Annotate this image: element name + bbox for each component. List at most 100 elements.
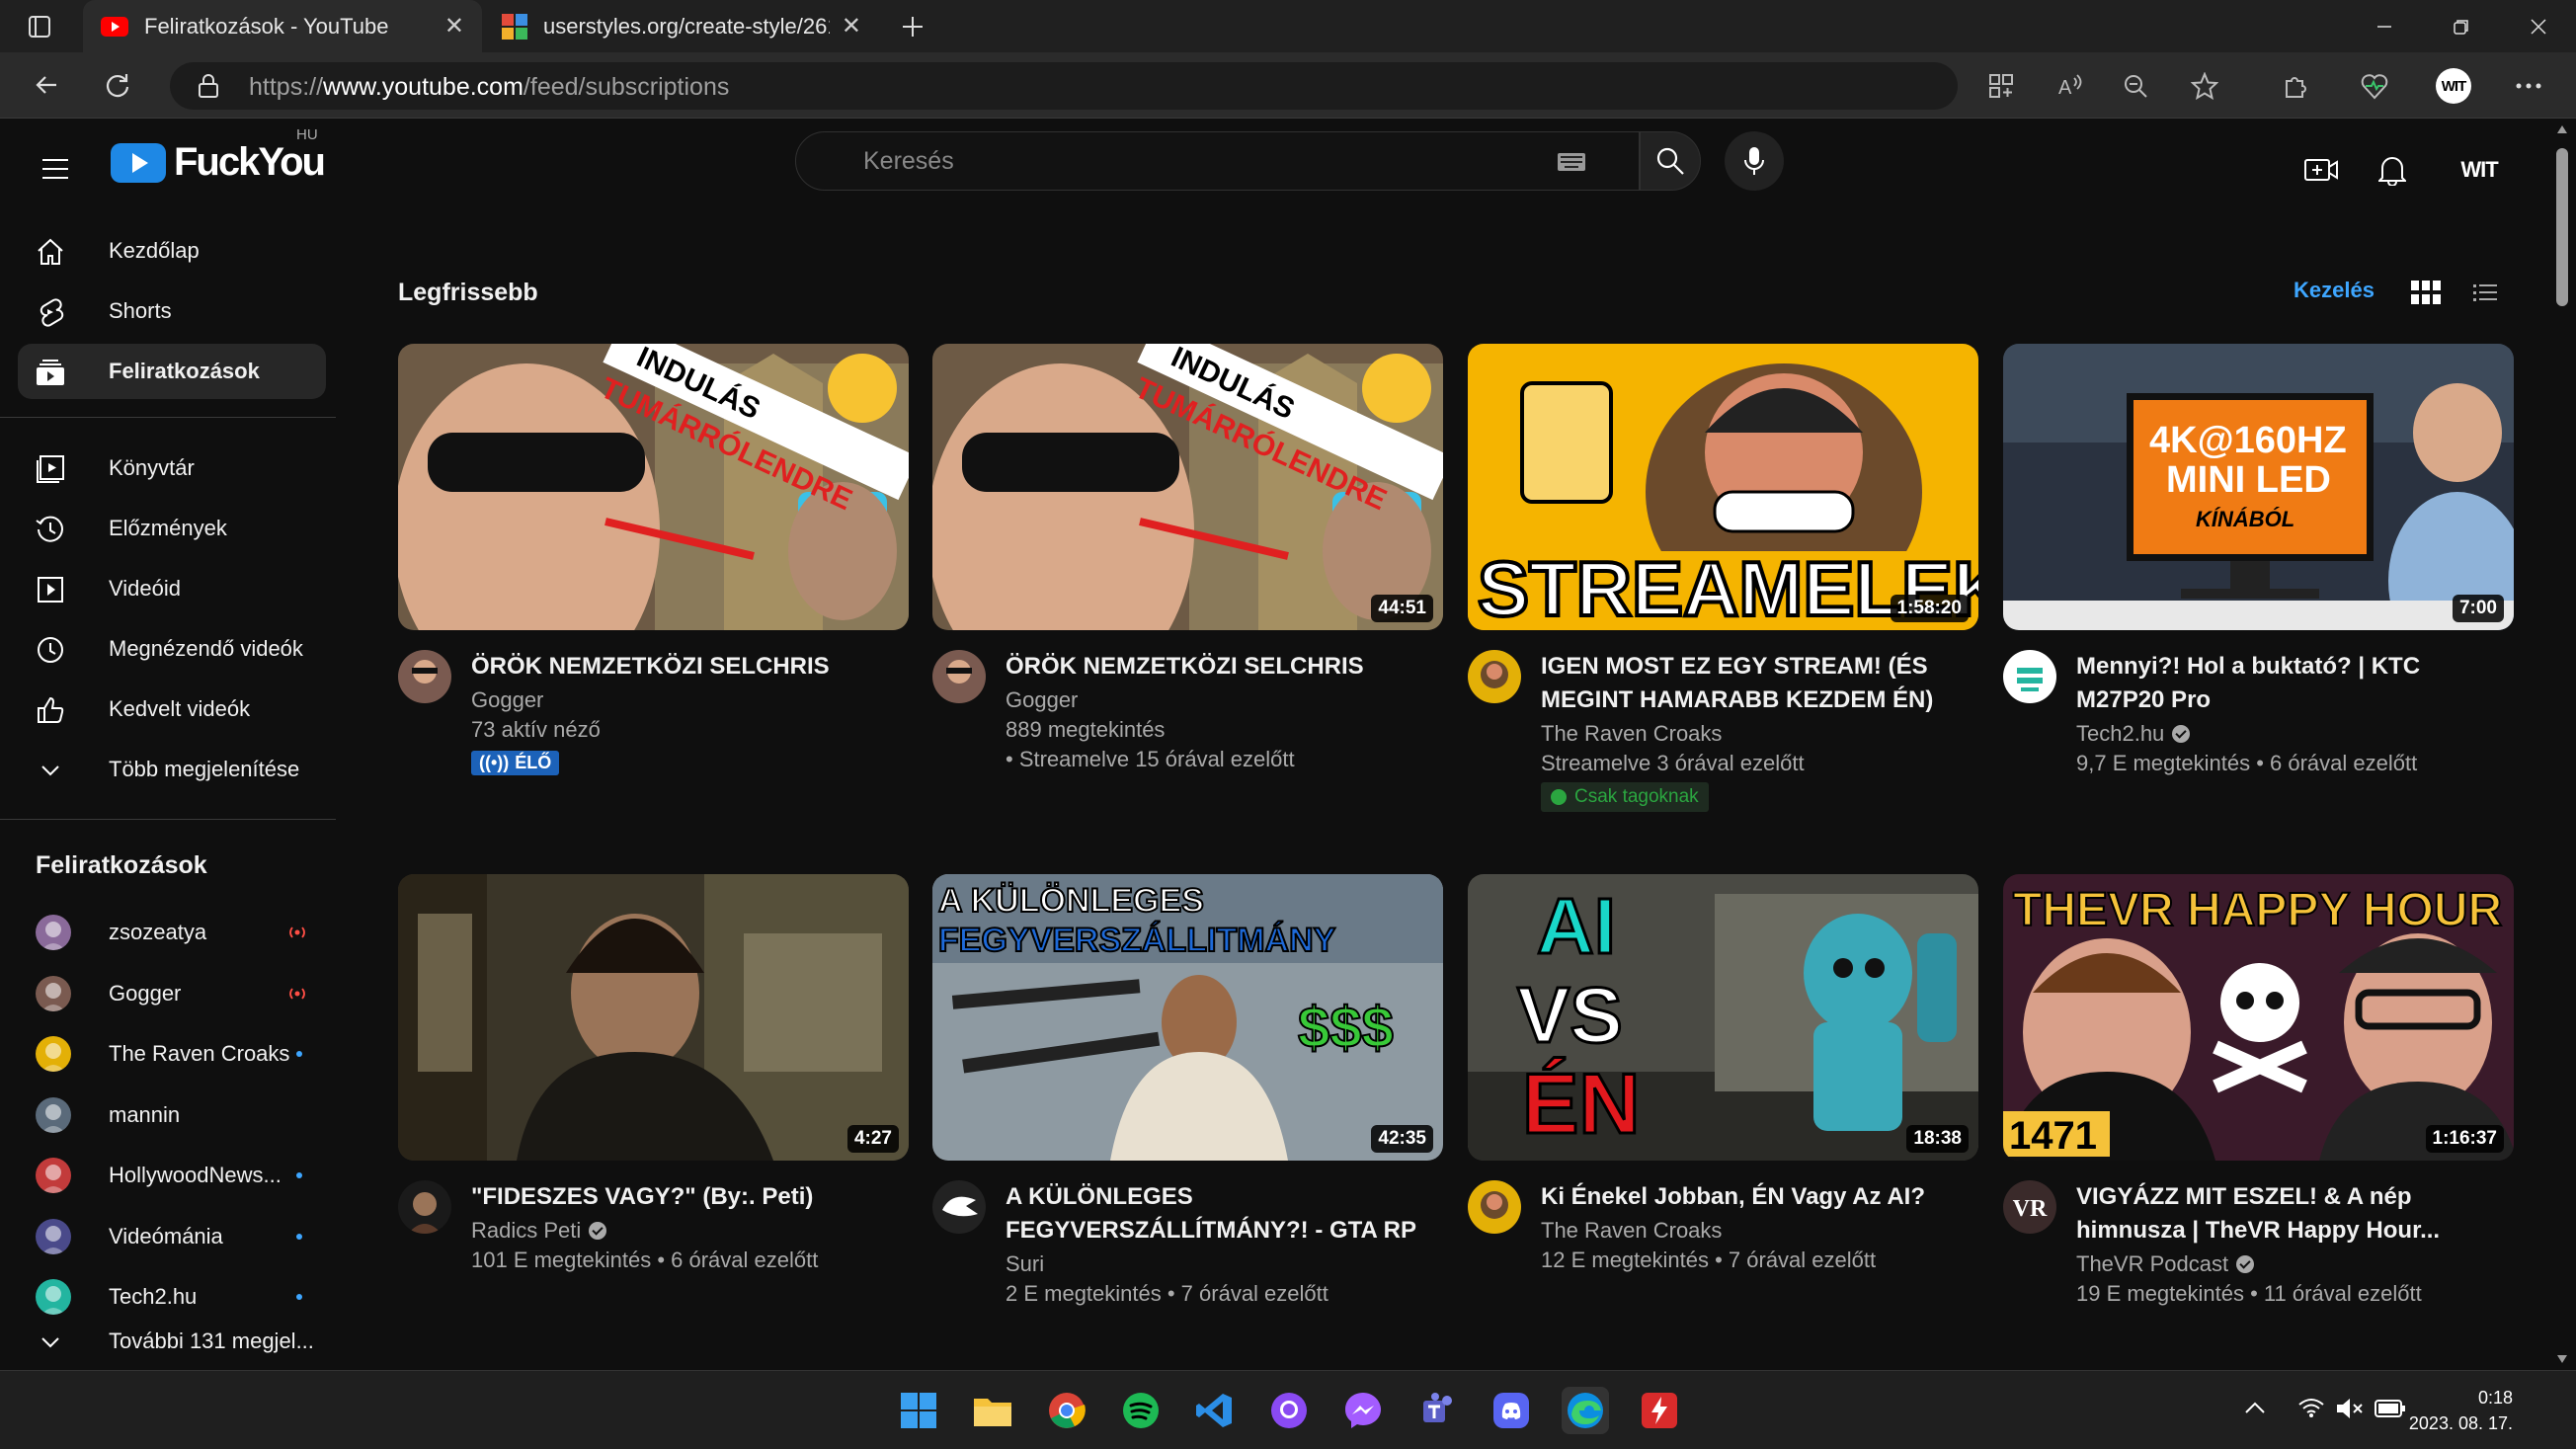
sidebar-item-subscriptions[interactable]: Feliratkozások: [18, 344, 326, 399]
video-thumbnail[interactable]: INDULÁS TUMÁRRÓLENDRE 44:51: [932, 344, 1443, 630]
list-view-icon[interactable]: [2467, 275, 2503, 310]
channel-avatar[interactable]: [398, 650, 451, 703]
voice-search-button[interactable]: [1725, 131, 1784, 191]
video-thumbnail[interactable]: 4:27: [398, 874, 909, 1161]
video-title[interactable]: ÖRÖK NEMZETKÖZI SELCHRIS: [1006, 650, 1440, 684]
taskbar-file-explorer[interactable]: [969, 1387, 1016, 1434]
video-title[interactable]: VIGYÁZZ MIT ESZEL! & A nép himnusza | Th…: [2076, 1180, 2511, 1248]
video-card[interactable]: INDULÁS TUMÁRRÓLENDRE 44:51 ÖRÖK NEMZETK…: [932, 344, 1443, 828]
video-card[interactable]: AI VS ÉN 18:38 Ki Énekel Jobban, ÉN Vagy…: [1468, 874, 1978, 1358]
battery-icon[interactable]: [2375, 1399, 2406, 1418]
channel-avatar[interactable]: [1468, 1180, 1521, 1234]
sidebar-item-home[interactable]: Kezdőlap: [18, 223, 326, 279]
taskbar-flash-app[interactable]: [1636, 1387, 1683, 1434]
channel-avatar[interactable]: [2003, 650, 2056, 703]
sidebar-item-liked-videos[interactable]: Kedvelt videók: [18, 682, 326, 737]
guide-menu-button[interactable]: [28, 141, 83, 197]
browser-essentials-button[interactable]: [2351, 62, 2398, 110]
video-card[interactable]: INDULÁS TUMÁRRÓLENDRE ÖRÖK NEMZETKÖZI SE…: [398, 344, 909, 828]
profile-button[interactable]: WIT: [2430, 62, 2477, 110]
new-tab-button[interactable]: [877, 0, 948, 52]
channel-name[interactable]: Gogger: [471, 687, 543, 713]
tab-userstyles[interactable]: userstyles.org/create-style/26148 ✕: [484, 0, 879, 52]
create-button[interactable]: [2292, 140, 2351, 200]
youtube-logo[interactable]: FuckYou: [111, 140, 326, 185]
channel-name[interactable]: The Raven Croaks: [1541, 721, 1722, 747]
notifications-button[interactable]: [2363, 140, 2422, 200]
manage-button[interactable]: Kezelés: [2294, 278, 2375, 303]
account-button[interactable]: WIT: [2448, 140, 2511, 200]
settings-more-button[interactable]: [2505, 62, 2552, 110]
sidebar-subscription-item[interactable]: Videómánia: [18, 1209, 326, 1264]
video-title[interactable]: Ki Énekel Jobban, ÉN Vagy Az AI?: [1541, 1180, 1975, 1214]
lock-icon[interactable]: [198, 73, 219, 99]
video-thumbnail[interactable]: INDULÁS TUMÁRRÓLENDRE: [398, 344, 909, 630]
sidebar-subscription-item[interactable]: mannin: [18, 1087, 326, 1143]
scroll-thumb[interactable]: [2556, 148, 2568, 306]
zoom-button[interactable]: [2112, 62, 2159, 110]
video-thumbnail[interactable]: THEVR HAPPY HOUR 1471 1:16:37: [2003, 874, 2514, 1161]
scroll-down-arrow-icon[interactable]: [2556, 1354, 2568, 1364]
restore-button[interactable]: [2426, 0, 2497, 52]
video-card[interactable]: 4:27 "FIDESZES VAGY?" (By:. Peti) Radics…: [398, 874, 909, 1358]
channel-name[interactable]: The Raven Croaks: [1541, 1218, 1722, 1244]
sidebar-item-shorts[interactable]: Shorts: [18, 283, 326, 339]
channel-avatar[interactable]: [398, 1180, 451, 1234]
sidebar-subscription-item[interactable]: The Raven Croaks: [18, 1026, 326, 1082]
back-button[interactable]: [22, 60, 71, 110]
volume-muted-icon[interactable]: [2335, 1397, 2365, 1420]
taskbar-github-desktop[interactable]: [1265, 1387, 1313, 1434]
scroll-up-arrow-icon[interactable]: [2556, 124, 2568, 134]
video-card[interactable]: 4K@160HZ MINI LED KÍNÁBÓL 7:00 Mennyi?! …: [2003, 344, 2514, 828]
video-title[interactable]: A KÜLÖNLEGES FEGYVERSZÁLLÍTMÁNY?! - GTA …: [1006, 1180, 1440, 1248]
video-thumbnail[interactable]: AI VS ÉN 18:38: [1468, 874, 1978, 1161]
channel-name[interactable]: Radics Peti: [471, 1218, 607, 1244]
extensions-button[interactable]: [2272, 62, 2319, 110]
search-input[interactable]: [796, 132, 1547, 190]
chevron-up-icon[interactable]: [2244, 1401, 2266, 1414]
video-thumbnail[interactable]: STREAMELEK 1:58:20: [1468, 344, 1978, 630]
search-button[interactable]: [1640, 131, 1701, 191]
sidebar-item-history[interactable]: Előzmények: [18, 501, 326, 556]
taskbar-chrome[interactable]: [1043, 1387, 1090, 1434]
sidebar-item-library[interactable]: Könyvtár: [18, 441, 326, 496]
keyboard-icon[interactable]: [1557, 150, 1586, 174]
sidebar-show-more[interactable]: Több megjelenítése: [18, 742, 326, 797]
sidebar-subscription-item[interactable]: HollywoodNews...: [18, 1148, 326, 1203]
channel-name[interactable]: Gogger: [1006, 687, 1078, 713]
sidebar-subscription-item[interactable]: Gogger: [18, 966, 326, 1021]
video-thumbnail[interactable]: 4K@160HZ MINI LED KÍNÁBÓL 7:00: [2003, 344, 2514, 630]
tab-close-button[interactable]: ✕: [842, 12, 861, 40]
tab-youtube[interactable]: Feliratkozások - YouTube ✕: [83, 0, 482, 52]
video-card[interactable]: A KÜLÖNLEGES FEGYVERSZÁLLITMÁNY $$$ 42:3…: [932, 874, 1443, 1358]
video-thumbnail[interactable]: A KÜLÖNLEGES FEGYVERSZÁLLITMÁNY $$$ 42:3…: [932, 874, 1443, 1161]
read-aloud-button[interactable]: A: [2047, 62, 2094, 110]
taskbar-spotify[interactable]: [1117, 1387, 1165, 1434]
page-scrollbar[interactable]: [2548, 119, 2576, 1370]
taskbar-messenger[interactable]: [1339, 1387, 1387, 1434]
channel-avatar[interactable]: [932, 650, 986, 703]
video-card[interactable]: THEVR HAPPY HOUR 1471 1:16:37 VR VIGYÁZZ…: [2003, 874, 2514, 1358]
channel-avatar[interactable]: [932, 1180, 986, 1234]
video-card[interactable]: STREAMELEK 1:58:20 IGEN MOST EZ EGY STRE…: [1468, 344, 1978, 828]
tab-actions-button[interactable]: [4, 0, 75, 52]
taskbar-discord[interactable]: [1488, 1387, 1535, 1434]
video-title[interactable]: ÖRÖK NEMZETKÖZI SELCHRIS: [471, 650, 906, 684]
taskbar-teams[interactable]: [1413, 1387, 1461, 1434]
channel-avatar[interactable]: [1468, 650, 1521, 703]
channel-avatar[interactable]: VR: [2003, 1180, 2056, 1234]
url-field[interactable]: https://www.youtube.com/feed/subscriptio…: [170, 62, 2013, 110]
channel-name[interactable]: Tech2.hu: [2076, 721, 2191, 747]
video-title[interactable]: IGEN MOST EZ EGY STREAM! (ÉS MEGINT HAMA…: [1541, 650, 1975, 717]
app-available-button[interactable]: [1977, 62, 2025, 110]
sidebar-subscription-item[interactable]: zsozeatya: [18, 905, 326, 960]
reload-button[interactable]: [93, 60, 142, 110]
sidebar-item-watch-later[interactable]: Megnézendő videók: [18, 621, 326, 677]
wifi-icon[interactable]: [2297, 1397, 2325, 1418]
tab-close-button[interactable]: ✕: [444, 12, 464, 40]
video-title[interactable]: Mennyi?! Hol a buktató? | KTC M27P20 Pro: [2076, 650, 2511, 717]
sidebar-subscription-item[interactable]: Tech2.hu: [18, 1269, 326, 1325]
grid-view-icon[interactable]: [2408, 275, 2444, 310]
taskbar-edge[interactable]: [1562, 1387, 1609, 1434]
close-window-button[interactable]: [2503, 0, 2574, 52]
